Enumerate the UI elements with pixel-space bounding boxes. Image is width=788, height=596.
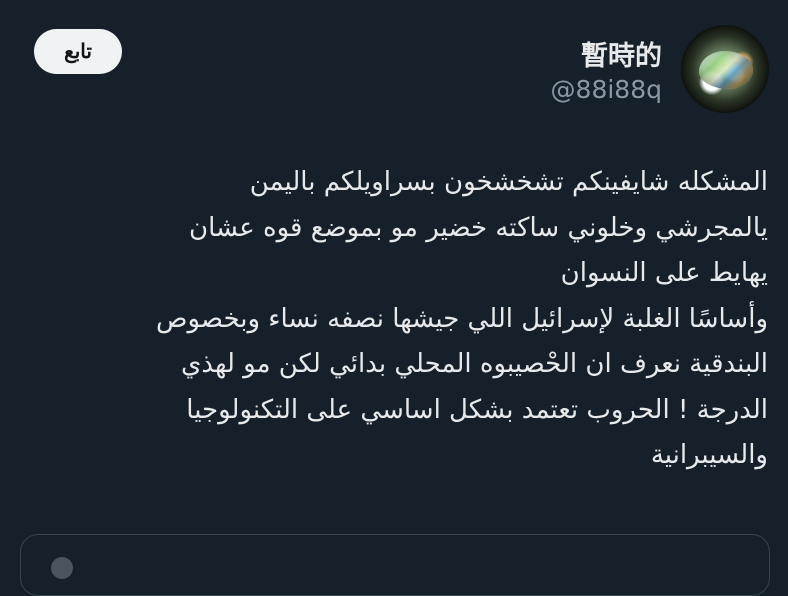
tweet-text-line: المشكله شايفينكم تشخشخون بسراويلكم باليم… (249, 167, 768, 197)
tweet-text-line: يالمجرشي وخلوني ساكته خضير مو بموضع قوه … (189, 212, 768, 243)
tweet-text-line: الدرجة ! الحروب تعتمد بشكل اساسي على الت… (186, 394, 768, 425)
tweet-text-line: البندقية نعرف ان الحْصيبوه المحلي بدائي … (180, 349, 768, 379)
opal-gem-image (699, 51, 753, 89)
follow-button[interactable]: تابع (34, 29, 122, 74)
quoted-user-avatar (51, 557, 73, 579)
user-avatar[interactable] (681, 25, 769, 113)
tweet-card: 暫時的 @88i88q تابع المشكله شايفينكم تشخشخو… (0, 0, 788, 596)
quoted-tweet-card[interactable] (20, 534, 770, 596)
tweet-text-line: يهايط على النسوان (560, 258, 768, 288)
user-handle[interactable]: @88i88q (551, 75, 662, 104)
tweet-text: المشكله شايفينكم تشخشخون بسراويلكم باليم… (20, 160, 768, 479)
tweet-text-line: وأساسًا الغلبة لإسرائيل اللي جيشها نصفه … (156, 303, 768, 334)
display-name[interactable]: 暫時的 (581, 34, 662, 73)
tweet-text-line: والسيبرانية (650, 440, 768, 470)
